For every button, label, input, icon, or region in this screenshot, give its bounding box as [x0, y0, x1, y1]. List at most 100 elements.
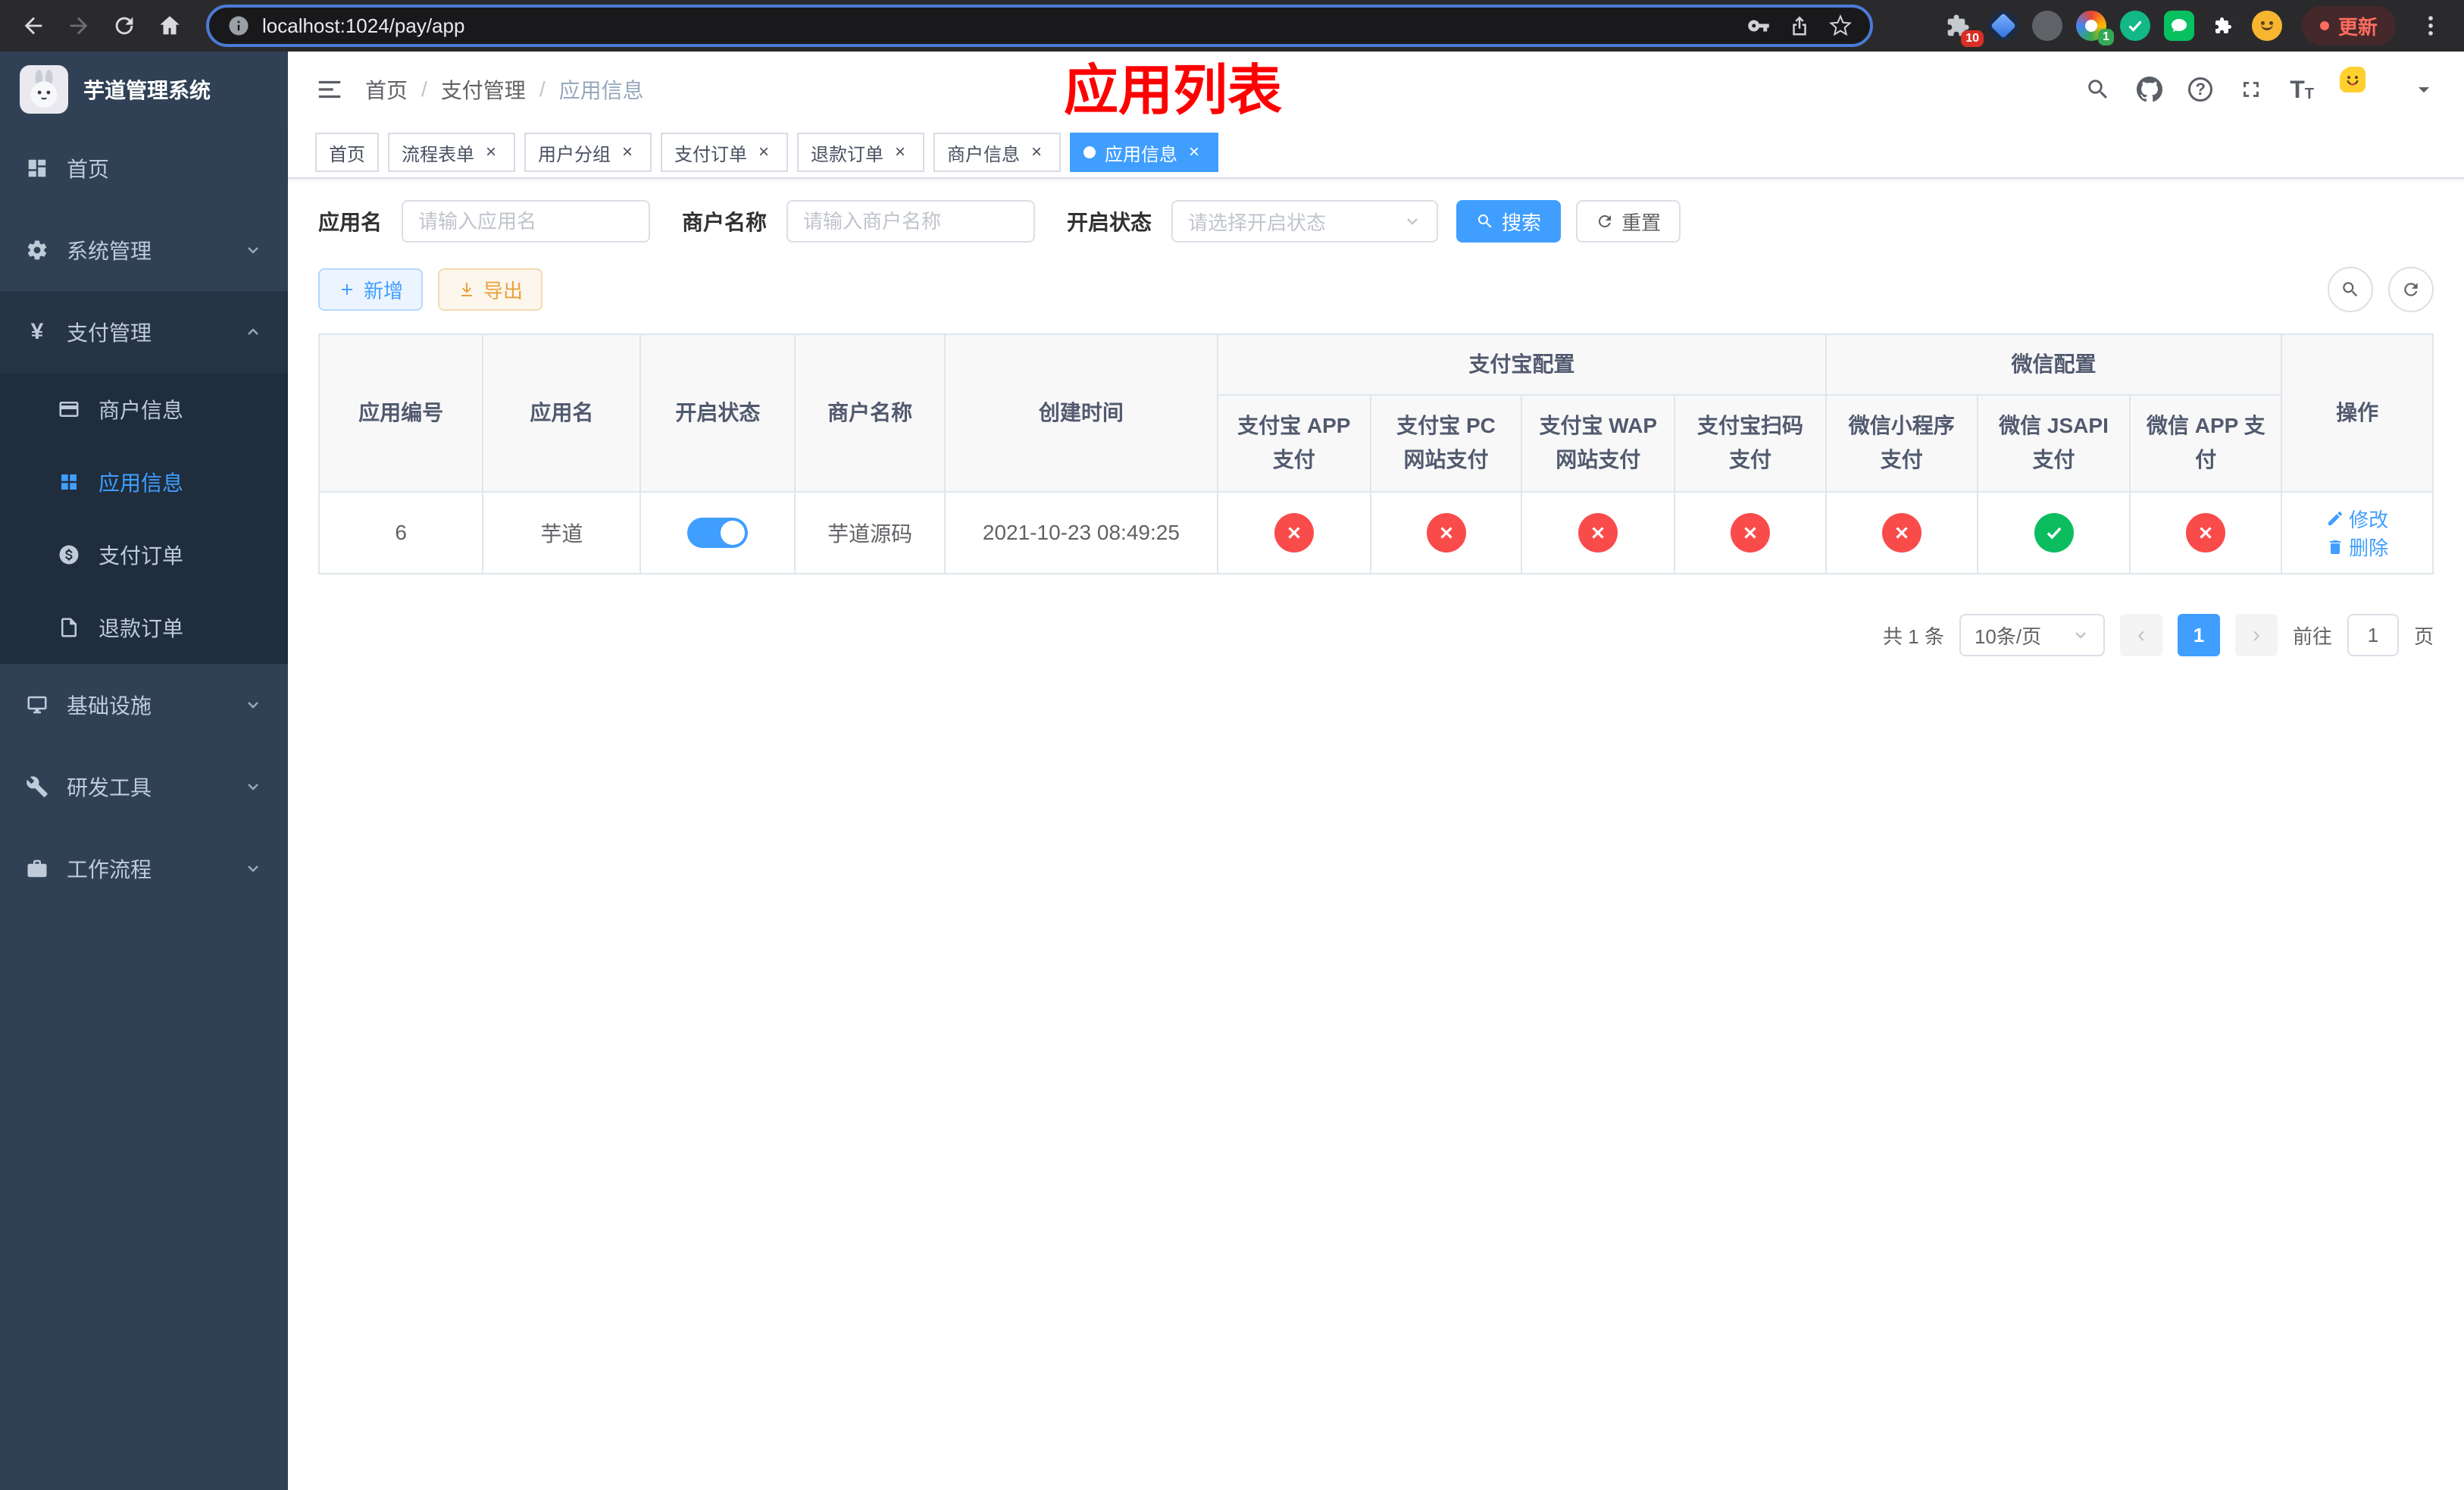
- password-key-icon[interactable]: [1747, 14, 1770, 37]
- cell-app-id: 6: [317, 491, 484, 574]
- refresh-table-button[interactable]: [2388, 267, 2434, 312]
- reset-button[interactable]: 重置: [1576, 200, 1681, 243]
- sidebar-item-label: 研发工具: [67, 776, 152, 800]
- pagination: 共 1 条 10条/页 ‹ 1 › 前往 页: [318, 614, 2434, 656]
- app-logo: [20, 65, 68, 114]
- table-toolbar: 新增 导出: [318, 267, 2434, 312]
- bookmark-star-icon[interactable]: [1829, 14, 1852, 37]
- status-toggle[interactable]: [687, 518, 749, 548]
- tab-close-icon[interactable]: [480, 142, 502, 163]
- sidebar: 芋道管理系统 首页 系统管理 支付管理 商户信息: [0, 52, 288, 1490]
- breadcrumb-payment[interactable]: 支付管理: [441, 74, 526, 105]
- browser-menu-icon[interactable]: [2409, 5, 2452, 47]
- fullscreen-icon[interactable]: [2238, 77, 2264, 102]
- chevron-up-icon: [244, 323, 262, 341]
- apps-table: 应用编号 应用名 开启状态 商户名称 创建时间 支付宝配置 微信配置 操作 支付…: [317, 333, 2434, 574]
- download-icon: [458, 280, 476, 299]
- col-alipay-wap: 支付宝 WAP 网站支付: [1521, 394, 1676, 493]
- tab-close-icon[interactable]: [890, 142, 911, 163]
- sidebar-item-payment-order[interactable]: 支付订单: [0, 518, 288, 591]
- filter-form: 应用名 商户名称 开启状态 请选择开启状态 搜索 重置: [318, 200, 2434, 243]
- avatar[interactable]: [2340, 67, 2385, 112]
- pagination-total: 共 1 条: [1883, 624, 1944, 648]
- chevron-down-icon: [244, 696, 262, 714]
- next-page-button[interactable]: ›: [2234, 614, 2278, 656]
- extensions-puzzle-icon[interactable]: 10: [1941, 9, 1984, 47]
- app-logo-row[interactable]: 芋道管理系统: [0, 52, 288, 127]
- edit-link[interactable]: 修改: [2326, 505, 2388, 533]
- browser-forward-button[interactable]: [58, 5, 100, 47]
- status-select[interactable]: 请选择开启状态: [1171, 200, 1439, 243]
- tab-close-icon[interactable]: [753, 142, 774, 163]
- sidebar-item-label: 支付订单: [98, 544, 184, 568]
- delete-link[interactable]: 删除: [2326, 533, 2388, 561]
- col-actions: 操作: [2281, 333, 2434, 493]
- font-size-icon[interactable]: [2290, 77, 2314, 102]
- extension-icon[interactable]: [2251, 11, 2282, 41]
- prev-page-button[interactable]: ‹: [2119, 614, 2162, 656]
- extension-icon[interactable]: [2207, 11, 2238, 41]
- header-search-icon[interactable]: [2085, 77, 2111, 102]
- cell-actions: 修改 删除: [2281, 491, 2434, 574]
- tab-close-icon[interactable]: [617, 142, 638, 163]
- tab-close-icon[interactable]: [1026, 142, 1047, 163]
- github-icon[interactable]: [2137, 77, 2162, 102]
- trash-icon: [2326, 538, 2344, 556]
- site-info-icon[interactable]: [227, 14, 250, 37]
- extension-icon[interactable]: 1: [2075, 11, 2114, 45]
- app-name-input[interactable]: [402, 200, 651, 243]
- sidebar-item-dev-tools[interactable]: 研发工具: [0, 746, 288, 828]
- navbar: 首页 / 支付管理 / 应用信息: [288, 52, 2464, 127]
- sidebar-item-label: 首页: [67, 158, 110, 181]
- table-row: 6 芋道 芋道源码 2021-10-23 08:49:25 修改 删除: [317, 491, 2434, 574]
- search-button[interactable]: 搜索: [1456, 200, 1562, 243]
- tab-app-info[interactable]: 应用信息: [1070, 133, 1218, 172]
- sidebar-item-refund-order[interactable]: 退款订单: [0, 591, 288, 664]
- sidebar-item-merchant-info[interactable]: 商户信息: [0, 373, 288, 446]
- extension-icon[interactable]: [2163, 11, 2194, 41]
- tab-merchant-info[interactable]: 商户信息: [933, 133, 1061, 172]
- col-alipay-qr: 支付宝扫码支付: [1674, 394, 1827, 493]
- briefcase-icon: [26, 857, 48, 880]
- page-number-button[interactable]: 1: [2177, 614, 2220, 656]
- page-size-select[interactable]: 10条/页: [1959, 614, 2105, 656]
- tab-home[interactable]: 首页: [315, 133, 379, 172]
- export-button[interactable]: 导出: [438, 268, 543, 311]
- sidebar-item-infrastructure[interactable]: 基础设施: [0, 664, 288, 746]
- avatar-caret-icon[interactable]: [2411, 77, 2437, 102]
- breadcrumb-home[interactable]: 首页: [365, 74, 408, 105]
- toggle-search-button[interactable]: [2328, 267, 2373, 312]
- sidebar-item-payment[interactable]: 支付管理: [0, 291, 288, 373]
- extension-icon[interactable]: [2031, 11, 2062, 41]
- tab-refund-order[interactable]: 退款订单: [797, 133, 924, 172]
- hamburger-icon[interactable]: [315, 75, 344, 104]
- browser-reload-button[interactable]: [103, 5, 145, 47]
- extension-icon[interactable]: [1987, 11, 2018, 41]
- merchant-name-input[interactable]: [786, 200, 1036, 243]
- address-bar[interactable]: localhost:1024/pay/app: [206, 5, 1873, 47]
- edit-icon: [2326, 509, 2344, 527]
- sidebar-item-label: 支付管理: [67, 321, 152, 345]
- cell-app-name: 芋道: [482, 491, 642, 574]
- tab-process-form[interactable]: 流程表单: [388, 133, 515, 172]
- sidebar-item-home[interactable]: 首页: [0, 127, 288, 209]
- col-group-alipay: 支付宝配置: [1216, 333, 1827, 396]
- tab-user-group[interactable]: 用户分组: [524, 133, 652, 172]
- sidebar-item-workflow[interactable]: 工作流程: [0, 828, 288, 909]
- share-icon[interactable]: [1788, 14, 1811, 37]
- tab-close-icon[interactable]: [1184, 142, 1205, 163]
- goto-page-input[interactable]: [2347, 614, 2399, 656]
- sidebar-item-app-info[interactable]: 应用信息: [0, 446, 288, 518]
- gear-icon: [26, 239, 48, 261]
- chevron-down-icon: [244, 241, 262, 259]
- add-button[interactable]: 新增: [318, 268, 424, 311]
- help-icon[interactable]: [2188, 77, 2213, 102]
- sidebar-item-system[interactable]: 系统管理: [0, 209, 288, 291]
- sidebar-item-label: 商户信息: [98, 399, 184, 422]
- main-area: 应用列表 首页 / 支付管理 / 应用信息 ? T T 首页 流程表单 × 用户…: [288, 52, 2464, 1490]
- browser-update-button[interactable]: 更新: [2301, 6, 2396, 45]
- browser-home-button[interactable]: [149, 5, 191, 47]
- browser-back-button[interactable]: [12, 5, 55, 47]
- tab-payment-order[interactable]: 支付订单: [661, 133, 788, 172]
- extension-icon[interactable]: [2119, 11, 2150, 41]
